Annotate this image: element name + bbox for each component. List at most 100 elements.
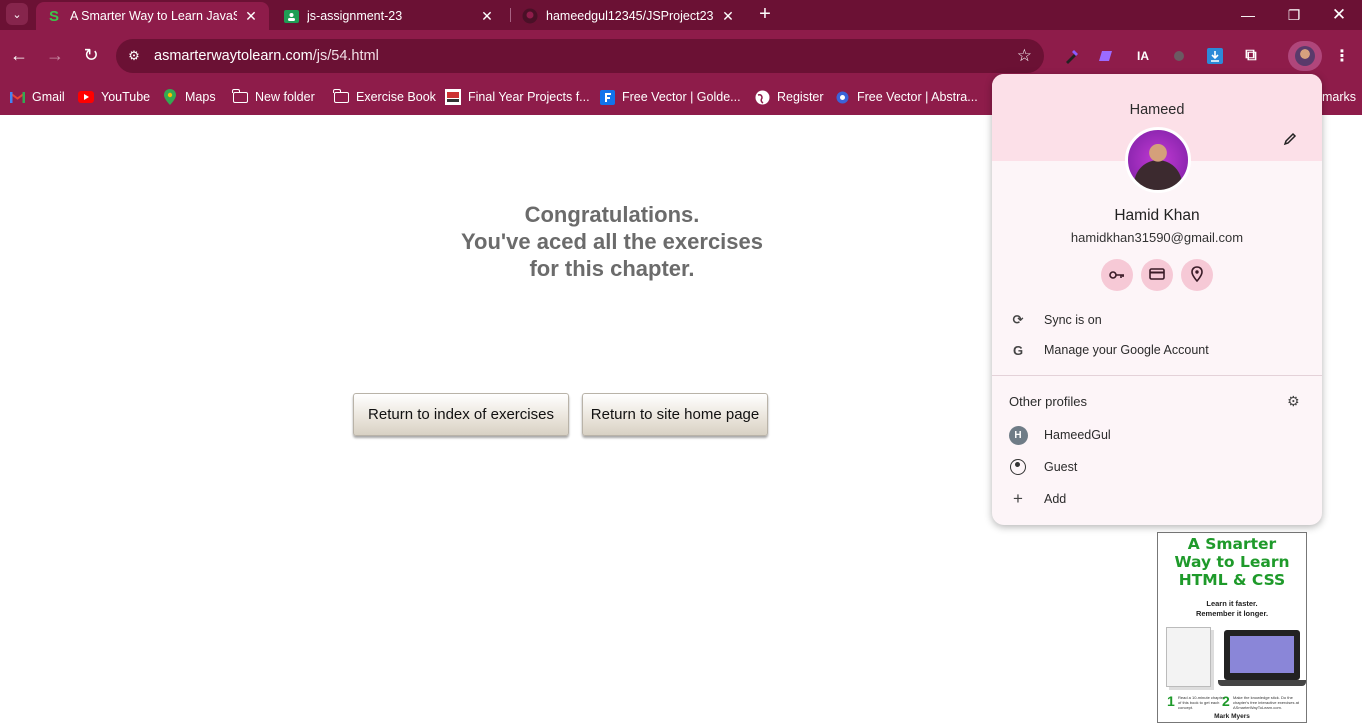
tab-title: A Smarter Way to Learn JavaScript <box>70 9 237 23</box>
all-bookmarks-button[interactable]: marks <box>1322 87 1356 107</box>
profile-item-label: HameedGul <box>1044 428 1111 442</box>
back-button[interactable]: ← <box>7 43 31 67</box>
manage-account-label: Manage your Google Account <box>1044 343 1209 357</box>
tab-strip: ⌄ S A Smarter Way to Learn JavaScript ✕ … <box>0 0 1362 30</box>
bookmark-final-year-projects[interactable]: Final Year Projects f... <box>445 87 590 107</box>
youtube-icon <box>78 89 94 105</box>
pencil-icon[interactable] <box>1283 132 1299 148</box>
classroom-icon <box>283 8 299 24</box>
tab-github[interactable]: hameedgul12345/JSProject23 ✕ <box>512 2 746 30</box>
restore-button[interactable]: ❐ <box>1271 0 1317 30</box>
book-ad-tagline: Learn it faster. Remember it longer. <box>1158 599 1306 619</box>
address-bar[interactable]: ⚙ asmarterwaytolearn.com/js/54.html ☆ <box>116 39 1044 73</box>
close-icon[interactable]: ✕ <box>243 8 259 24</box>
freepik-icon <box>834 89 850 105</box>
bookmark-free-vector-abstract[interactable]: Free Vector | Abstra... <box>834 87 978 107</box>
extensions-puzzle-icon[interactable]: ⧉ <box>1242 47 1260 65</box>
toolbar: ← → ↻ ⚙ asmarterwaytolearn.com/js/54.htm… <box>0 30 1362 80</box>
add-profile-label: Add <box>1044 492 1067 506</box>
maps-icon <box>162 89 178 105</box>
payment-methods-button[interactable] <box>1141 259 1173 291</box>
passwords-button[interactable] <box>1101 259 1133 291</box>
bookmark-free-vector-golden[interactable]: Free Vector | Golde... <box>599 87 741 107</box>
profile-item-guest[interactable]: Guest <box>1008 457 1077 477</box>
book-ad-title-line: A Smarter <box>1187 535 1277 553</box>
minimize-button[interactable]: — <box>1225 0 1271 30</box>
profile-button[interactable] <box>1288 41 1322 71</box>
dark-extension-icon[interactable] <box>1170 47 1188 65</box>
menu-divider <box>992 375 1322 376</box>
tab-js-assignment[interactable]: js-assignment-23 ✕ <box>273 2 505 30</box>
folder-icon <box>232 88 248 105</box>
url-path: /js/54.html <box>312 48 379 64</box>
ia-extension-icon[interactable]: IA <box>1133 47 1153 65</box>
return-to-home-button[interactable]: Return to site home page <box>582 393 768 436</box>
more-menu-icon[interactable]: ⋮ <box>1334 46 1350 66</box>
bookmark-label: Register <box>777 90 824 104</box>
gear-icon[interactable]: ⚙ <box>1287 393 1300 410</box>
book-ad-author: Mark Myers <box>1214 713 1250 720</box>
google-icon: G <box>1012 342 1024 358</box>
arrow-left-icon: ← <box>10 44 28 65</box>
bookmark-label: Free Vector | Golde... <box>622 90 741 104</box>
profile-item-hameedgul[interactable]: H HameedGul <box>1008 425 1111 445</box>
bookmark-star-icon[interactable]: ☆ <box>1017 46 1032 66</box>
tab-separator <box>510 8 511 22</box>
gmail-icon <box>9 89 25 105</box>
bookmark-label: New folder <box>255 90 315 104</box>
restore-icon: ❐ <box>1287 6 1301 23</box>
return-to-index-button[interactable]: Return to index of exercises <box>353 393 569 436</box>
sync-status-row[interactable]: ⟳ Sync is on <box>1008 310 1102 330</box>
tab-title: js-assignment-23 <box>307 9 403 23</box>
minimize-icon: — <box>1241 7 1255 23</box>
bookmark-maps[interactable]: Maps <box>162 87 216 107</box>
book-ad[interactable]: A Smarter Way to Learn HTML & CSS Learn … <box>1157 532 1307 723</box>
globe-icon <box>754 89 770 105</box>
manage-google-account-row[interactable]: G Manage your Google Account <box>1008 340 1209 360</box>
freepik-icon <box>599 89 615 105</box>
laptop-base-image <box>1218 680 1306 686</box>
bookmark-new-folder[interactable]: New folder <box>232 87 315 107</box>
close-icon[interactable]: ✕ <box>720 8 736 24</box>
congrats-line: Congratulations. <box>524 202 700 227</box>
download-extension-icon[interactable] <box>1206 47 1224 65</box>
account-full-name: Hamid Khan <box>1114 207 1200 224</box>
bookmark-label: Exercise Book <box>356 90 436 104</box>
bookmark-youtube[interactable]: YouTube <box>78 87 150 107</box>
bookmark-label: Gmail <box>32 90 65 104</box>
close-window-button[interactable]: ✕ <box>1316 0 1362 30</box>
bookmark-label: Maps <box>185 90 216 104</box>
new-tab-button[interactable]: + <box>755 3 775 25</box>
gradient-extension-icon[interactable] <box>1098 47 1116 65</box>
bookmark-register[interactable]: Register <box>754 87 824 107</box>
ia-extension-label: IA <box>1137 49 1149 63</box>
congrats-message: Congratulations. You've aced all the exe… <box>412 201 812 282</box>
github-icon <box>522 8 538 24</box>
congrats-line: You've aced all the exercises <box>461 229 763 254</box>
eyedropper-extension-icon[interactable] <box>1063 47 1081 65</box>
site-favicon-icon: S <box>48 7 59 25</box>
add-profile-button[interactable]: + Add <box>1008 489 1066 509</box>
site-icon <box>445 89 461 105</box>
tab-asmarterway[interactable]: S A Smarter Way to Learn JavaScript ✕ <box>36 2 269 30</box>
all-bookmarks-label: marks <box>1322 90 1357 104</box>
book-ad-title: A Smarter Way to Learn HTML & CSS <box>1158 535 1306 589</box>
bookmark-label: YouTube <box>101 90 151 104</box>
url-text[interactable]: asmarterwaytolearn.com/js/54.html <box>154 48 379 64</box>
bookmark-exercise-book[interactable]: Exercise Book <box>333 87 436 107</box>
addresses-button[interactable] <box>1181 259 1213 291</box>
avatar <box>1295 46 1315 66</box>
site-info-icon[interactable]: ⚙ <box>125 47 143 65</box>
forward-button[interactable]: → <box>43 43 67 67</box>
book-ad-step1-number: 1 <box>1167 693 1175 709</box>
avatar <box>1125 127 1191 193</box>
book-ad-step2-text: Make the knowledge stick. Do the chapter… <box>1233 695 1299 710</box>
tab-search-button[interactable]: ⌄ <box>6 3 28 25</box>
bookmark-gmail[interactable]: Gmail <box>9 87 65 107</box>
close-icon: ✕ <box>1331 5 1347 24</box>
url-host: asmarterwaytolearn.com <box>154 48 313 64</box>
folder-icon <box>333 88 349 105</box>
sync-icon: ⟳ <box>1012 312 1024 327</box>
close-icon[interactable]: ✕ <box>479 8 495 24</box>
reload-button[interactable]: ↻ <box>79 43 103 67</box>
